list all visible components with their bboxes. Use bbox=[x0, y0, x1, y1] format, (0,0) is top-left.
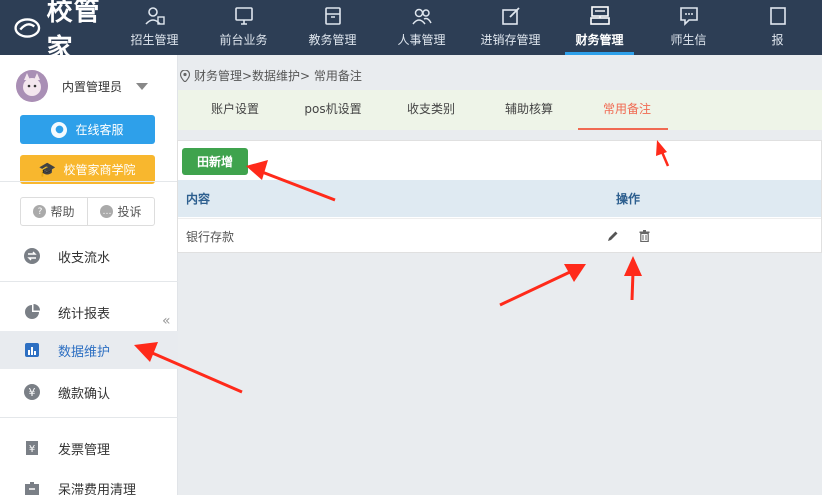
nav-item-label: 人事管理 bbox=[397, 33, 446, 47]
people-icon bbox=[410, 4, 434, 28]
sidebar-item-transactions[interactable]: 收支流水 bbox=[0, 237, 178, 275]
invoice-icon: ¥ bbox=[24, 440, 40, 456]
tab-bar: 账户设置 pos机设置 收支类别 辅助核算 常用备注 bbox=[178, 90, 822, 130]
nav-item-label: 进销存管理 bbox=[480, 33, 541, 47]
nav-item-reports[interactable]: 报 bbox=[733, 0, 822, 55]
monitor-icon bbox=[232, 4, 256, 28]
tab-auxiliary-accounting[interactable]: 辅助核算 bbox=[480, 90, 578, 130]
main-nav: 招生管理 前台业务 教务管理 人事管理 进销存管理 财务管理 师生信 报 bbox=[110, 0, 822, 55]
sidebar-item-label: 数据维护 bbox=[58, 344, 111, 360]
location-pin-icon bbox=[180, 69, 190, 82]
nav-item-label: 师生信 bbox=[670, 33, 707, 47]
nav-item-messages[interactable]: 师生信 bbox=[644, 0, 733, 55]
nav-item-frontdesk[interactable]: 前台业务 bbox=[199, 0, 288, 55]
bar-chart-icon bbox=[24, 342, 40, 358]
yen-icon: ¥ bbox=[24, 384, 40, 400]
nav-item-label: 招生管理 bbox=[130, 33, 179, 47]
remarks-panel: 田新增 内容 操作 银行存款 bbox=[177, 140, 822, 253]
top-navbar: 校管家 招生管理 前台业务 教务管理 人事管理 进销存管理 财务管理 师生信 报 bbox=[0, 0, 822, 64]
row-content: 银行存款 bbox=[186, 229, 235, 244]
graduation-cap-icon: 🎓 bbox=[38, 161, 57, 178]
more-dots-icon: … bbox=[100, 205, 114, 218]
nav-item-hr[interactable]: 人事管理 bbox=[377, 0, 466, 55]
academy-button[interactable]: 🎓 校管家商学院 bbox=[20, 155, 155, 184]
help-label: 帮助 bbox=[50, 205, 75, 219]
add-button[interactable]: 田新增 bbox=[182, 148, 248, 175]
sidebar-item-data-maintenance[interactable]: 数据维护 bbox=[0, 331, 178, 369]
chat-icon bbox=[677, 4, 701, 28]
report-icon bbox=[766, 4, 790, 28]
edit-box-icon bbox=[499, 4, 523, 28]
divider bbox=[0, 181, 178, 182]
sidebar-item-label: 缴款确认 bbox=[58, 386, 111, 402]
sidebar-item-label: 收支流水 bbox=[58, 250, 111, 266]
nav-item-label: 财务管理 bbox=[575, 33, 624, 47]
left-sidebar: 内置管理员 ● 在线客服 🎓 校管家商学院 ? 帮助 … 投诉 收支流水 统计报… bbox=[0, 55, 178, 495]
sidebar-item-label: 统计报表 bbox=[58, 306, 111, 322]
sidebar-item-payment-confirm[interactable]: ¥ 缴款确认 bbox=[0, 373, 178, 411]
table-row: 银行存款 bbox=[178, 218, 821, 253]
column-header-content: 内容 bbox=[186, 192, 211, 206]
online-service-label: 在线客服 bbox=[75, 123, 124, 137]
brand-logo[interactable]: 校管家 bbox=[0, 0, 110, 64]
breadcrumb-text: 财务管理>数据维护> 常用备注 bbox=[194, 69, 362, 83]
tab-pos-settings[interactable]: pos机设置 bbox=[284, 90, 382, 130]
brand-logo-icon bbox=[14, 17, 41, 38]
folder-icon bbox=[321, 4, 345, 28]
table-header: 内容 操作 bbox=[178, 180, 821, 217]
nav-item-inventory[interactable]: 进销存管理 bbox=[466, 0, 555, 55]
delete-icon[interactable] bbox=[637, 229, 651, 243]
help-button[interactable]: ? 帮助 bbox=[21, 198, 88, 225]
nav-item-enrollment[interactable]: 招生管理 bbox=[110, 0, 199, 55]
nav-item-label: 报 bbox=[771, 33, 784, 47]
avatar bbox=[16, 70, 48, 102]
breadcrumb: 财务管理>数据维护> 常用备注 bbox=[180, 67, 362, 84]
cleanup-icon bbox=[24, 480, 40, 495]
collapse-sidebar-icon[interactable]: « bbox=[162, 313, 171, 329]
annotation-arrow-icon bbox=[499, 264, 586, 307]
tab-common-remarks[interactable]: 常用备注 bbox=[578, 90, 676, 130]
tab-income-expense-categories[interactable]: 收支类别 bbox=[382, 90, 480, 130]
sidebar-item-label: 发票管理 bbox=[58, 442, 111, 458]
question-icon: ? bbox=[33, 205, 47, 218]
svg-text:¥: ¥ bbox=[29, 444, 35, 455]
user-name: 内置管理员 bbox=[62, 79, 123, 94]
svg-text:¥: ¥ bbox=[29, 386, 36, 399]
pie-chart-icon bbox=[24, 304, 40, 320]
help-complain-row: ? 帮助 … 投诉 bbox=[20, 197, 155, 226]
nav-item-label: 前台业务 bbox=[219, 33, 268, 47]
annotation-arrow-icon bbox=[624, 256, 642, 301]
nav-item-label: 教务管理 bbox=[308, 33, 357, 47]
user-clipboard-icon bbox=[143, 4, 167, 28]
edit-icon[interactable] bbox=[606, 229, 620, 243]
nav-item-academic[interactable]: 教务管理 bbox=[288, 0, 377, 55]
chat-bubble-icon: ● bbox=[51, 121, 68, 138]
divider bbox=[0, 281, 178, 282]
chevron-down-icon bbox=[136, 82, 149, 90]
sidebar-item-reports[interactable]: 统计报表 bbox=[0, 293, 178, 331]
user-menu[interactable]: 内置管理员 bbox=[16, 69, 166, 103]
transfer-icon bbox=[24, 248, 40, 264]
sidebar-item-label: 呆滞费用清理 bbox=[58, 482, 137, 495]
tab-account-settings[interactable]: 账户设置 bbox=[186, 90, 284, 130]
column-header-actions: 操作 bbox=[616, 192, 641, 206]
academy-label: 校管家商学院 bbox=[63, 163, 136, 177]
sidebar-item-stale-fees[interactable]: 呆滞费用清理 bbox=[0, 469, 178, 495]
divider bbox=[0, 417, 178, 418]
complain-label: 投诉 bbox=[117, 205, 142, 219]
online-service-button[interactable]: ● 在线客服 bbox=[20, 115, 155, 144]
sidebar-item-invoices[interactable]: ¥ 发票管理 bbox=[0, 429, 178, 467]
complain-button[interactable]: … 投诉 bbox=[88, 198, 154, 225]
nav-item-finance[interactable]: 财务管理 bbox=[555, 0, 644, 55]
cash-register-icon bbox=[588, 4, 612, 28]
